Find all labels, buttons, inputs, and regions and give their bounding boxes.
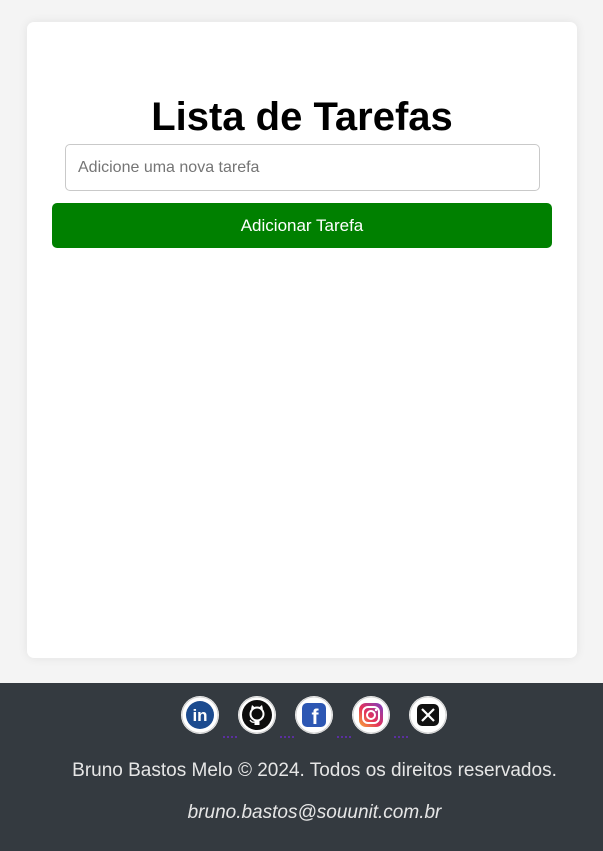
page-title: Lista de Tarefas <box>151 95 453 139</box>
linkedin-icon: in <box>181 696 219 734</box>
facebook-icon: f <box>295 696 333 734</box>
new-task-input[interactable] <box>65 144 540 191</box>
github-link[interactable] <box>238 696 294 738</box>
svg-text:in: in <box>192 706 207 725</box>
github-icon <box>238 696 276 734</box>
copyright-text: Bruno Bastos Melo © 2024. Todos os direi… <box>72 760 557 781</box>
linkedin-link[interactable]: in <box>181 696 237 738</box>
instagram-icon <box>352 696 390 734</box>
instagram-link[interactable] <box>352 696 408 738</box>
facebook-link[interactable]: f <box>295 696 351 738</box>
x-icon <box>409 696 447 734</box>
social-links: in f <box>181 696 447 738</box>
footer: in f Bruno Bastos Melo © 2024. Todos os … <box>0 683 603 851</box>
todo-card: Lista de Tarefas Adicionar Tarefa <box>27 22 577 658</box>
x-link[interactable] <box>409 696 447 734</box>
email-link[interactable]: bruno.bastos@souunit.com.br <box>0 802 603 824</box>
task-list <box>52 262 552 632</box>
add-task-button[interactable]: Adicionar Tarefa <box>52 203 552 248</box>
svg-text:f: f <box>312 706 320 729</box>
